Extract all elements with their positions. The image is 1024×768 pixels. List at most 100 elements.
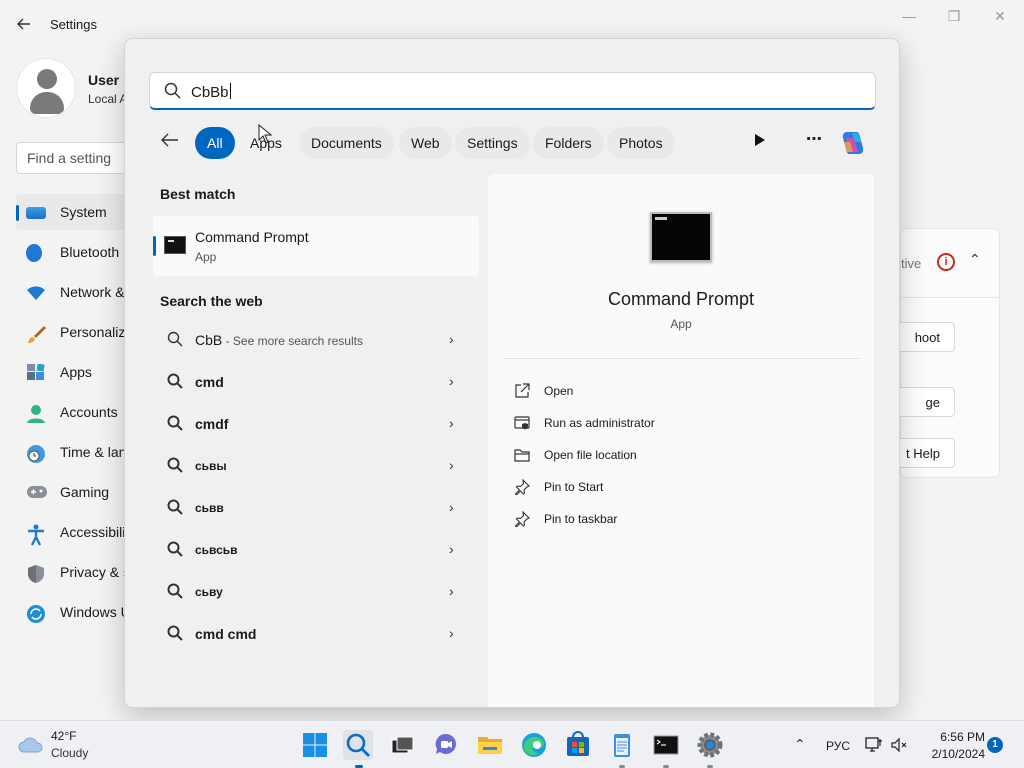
- sidebar-item-label: Personaliz: [60, 324, 126, 340]
- clock-icon: [26, 444, 45, 463]
- input-language[interactable]: РУС: [826, 739, 850, 753]
- notification-badge[interactable]: 1: [987, 737, 1003, 753]
- chevron-right-icon: ›: [449, 415, 454, 431]
- apps-icon: [26, 363, 45, 382]
- chat-icon[interactable]: [431, 730, 461, 760]
- web-result-item[interactable]: cmd cmd ›: [153, 614, 479, 654]
- system-icon: [26, 207, 46, 219]
- search-icon: [167, 541, 183, 557]
- chevron-right-icon: ›: [449, 457, 454, 473]
- clock-time[interactable]: 6:56 PM: [925, 730, 985, 744]
- filter-all[interactable]: All: [195, 127, 235, 159]
- network-status-icon[interactable]: [865, 736, 883, 754]
- back-arrow-icon[interactable]: [161, 131, 185, 155]
- accessibility-icon: [26, 524, 44, 546]
- start-windows-icon[interactable]: [300, 730, 330, 760]
- back-arrow-icon[interactable]: [12, 12, 36, 36]
- cloud-icon[interactable]: [18, 735, 44, 753]
- window-title: Settings: [50, 17, 97, 32]
- minimize-icon[interactable]: —: [889, 8, 929, 28]
- weather-temp: 42°F: [51, 729, 77, 743]
- action-label: Open: [544, 384, 574, 398]
- web-result-text: сьвы: [195, 459, 227, 473]
- web-result-item[interactable]: сьвы ›: [153, 446, 479, 486]
- web-result-text: cmdf: [195, 416, 229, 432]
- web-result-text: cmd: [195, 374, 224, 390]
- warning-info-icon: i: [937, 253, 955, 271]
- preview-title: Command Prompt: [607, 289, 755, 309]
- search-flyout: СbВb All Apps Documents Web Settings Fol…: [124, 38, 900, 708]
- action-pin-to-taskbar[interactable]: Pin to taskbar: [514, 508, 854, 532]
- web-result-text: СbВ - See more search results: [195, 332, 363, 348]
- status-text: tive: [901, 256, 922, 271]
- open-external-icon: [515, 383, 530, 398]
- chevron-up-icon[interactable]: ⌃: [969, 251, 981, 268]
- filter-settings[interactable]: Settings: [455, 127, 530, 159]
- best-match-item[interactable]: Command Prompt App: [153, 216, 479, 276]
- search-query: СbВb: [191, 83, 231, 101]
- preview-pane: Command Prompt App Open Run as administr…: [488, 174, 874, 707]
- restore-icon[interactable]: ❐: [934, 8, 974, 28]
- action-open[interactable]: Open: [514, 380, 854, 404]
- microsoft-store-icon[interactable]: [563, 730, 593, 760]
- search-icon: [167, 331, 183, 347]
- action-run-as-admin[interactable]: Run as administrator: [514, 412, 854, 436]
- action-pin-to-start[interactable]: Pin to Start: [514, 476, 854, 500]
- action-label: Run as administrator: [544, 416, 655, 430]
- show-hidden-icons-chevron-icon[interactable]: ⌃: [794, 736, 806, 753]
- copilot-icon[interactable]: [838, 128, 868, 158]
- web-result-item[interactable]: cmd ›: [153, 362, 479, 402]
- web-result-item[interactable]: сьву ›: [153, 572, 479, 612]
- search-input[interactable]: СbВb: [149, 72, 876, 110]
- sidebar-item-label: Network &: [60, 284, 125, 300]
- shield-icon: [26, 564, 44, 583]
- pin-icon: [514, 511, 530, 527]
- filter-web[interactable]: Web: [399, 127, 452, 159]
- web-result-item[interactable]: сьвв ›: [153, 488, 479, 528]
- search-filter-bar: All Apps Documents Web Settings Folders …: [125, 125, 899, 161]
- brush-icon: [26, 324, 46, 343]
- sidebar-item-label: Bluetooth: [60, 244, 120, 260]
- sidebar-item-label: System: [60, 204, 107, 220]
- web-result-item[interactable]: сьвсьв ›: [153, 530, 479, 570]
- file-explorer-icon[interactable]: [475, 730, 505, 760]
- volume-muted-icon[interactable]: [890, 736, 908, 754]
- web-result-text: cmd cmd: [195, 626, 257, 642]
- task-view-icon[interactable]: [387, 730, 417, 760]
- edge-browser-icon[interactable]: [519, 730, 549, 760]
- web-result-text: сьвсьв: [195, 543, 238, 557]
- play-more-filters-icon[interactable]: [755, 134, 765, 146]
- search-web-heading: Search the web: [160, 293, 263, 309]
- sidebar-item-label: Gaming: [60, 484, 110, 500]
- avatar[interactable]: [16, 58, 76, 118]
- filter-photos[interactable]: Photos: [607, 127, 675, 159]
- filter-folders[interactable]: Folders: [533, 127, 604, 159]
- bluetooth-icon: [26, 244, 42, 262]
- action-open-file-location[interactable]: Open file location: [514, 444, 854, 468]
- search-icon: [167, 499, 183, 515]
- weather-condition: Cloudy: [51, 746, 89, 760]
- find-setting-input[interactable]: Find a setting: [16, 142, 136, 174]
- settings-gear-icon[interactable]: [695, 730, 725, 760]
- user-name: User: [88, 72, 120, 88]
- more-options-icon[interactable]: ⋯: [806, 129, 823, 149]
- notepad-icon[interactable]: [607, 730, 637, 760]
- search-icon: [167, 457, 183, 473]
- action-label: Pin to taskbar: [544, 512, 618, 526]
- search-icon: [167, 415, 183, 431]
- search-icon: [167, 583, 183, 599]
- chevron-right-icon: ›: [449, 541, 454, 557]
- divider: [901, 297, 1001, 298]
- web-result-item[interactable]: cmdf ›: [153, 404, 479, 444]
- best-match-heading: Best match: [160, 186, 236, 202]
- sidebar-item-label: Windows U: [60, 604, 131, 620]
- chevron-right-icon: ›: [449, 583, 454, 599]
- clock-date[interactable]: 2/10/2024: [915, 747, 985, 761]
- search-icon: [167, 625, 183, 641]
- web-result-item[interactable]: СbВ - See more search results ›: [153, 320, 479, 360]
- close-icon[interactable]: ✕: [980, 8, 1020, 28]
- accounts-icon: [26, 404, 45, 423]
- filter-documents[interactable]: Documents: [299, 127, 394, 159]
- command-prompt-taskbar-icon[interactable]: [651, 730, 681, 760]
- taskbar-search-icon[interactable]: [343, 730, 373, 760]
